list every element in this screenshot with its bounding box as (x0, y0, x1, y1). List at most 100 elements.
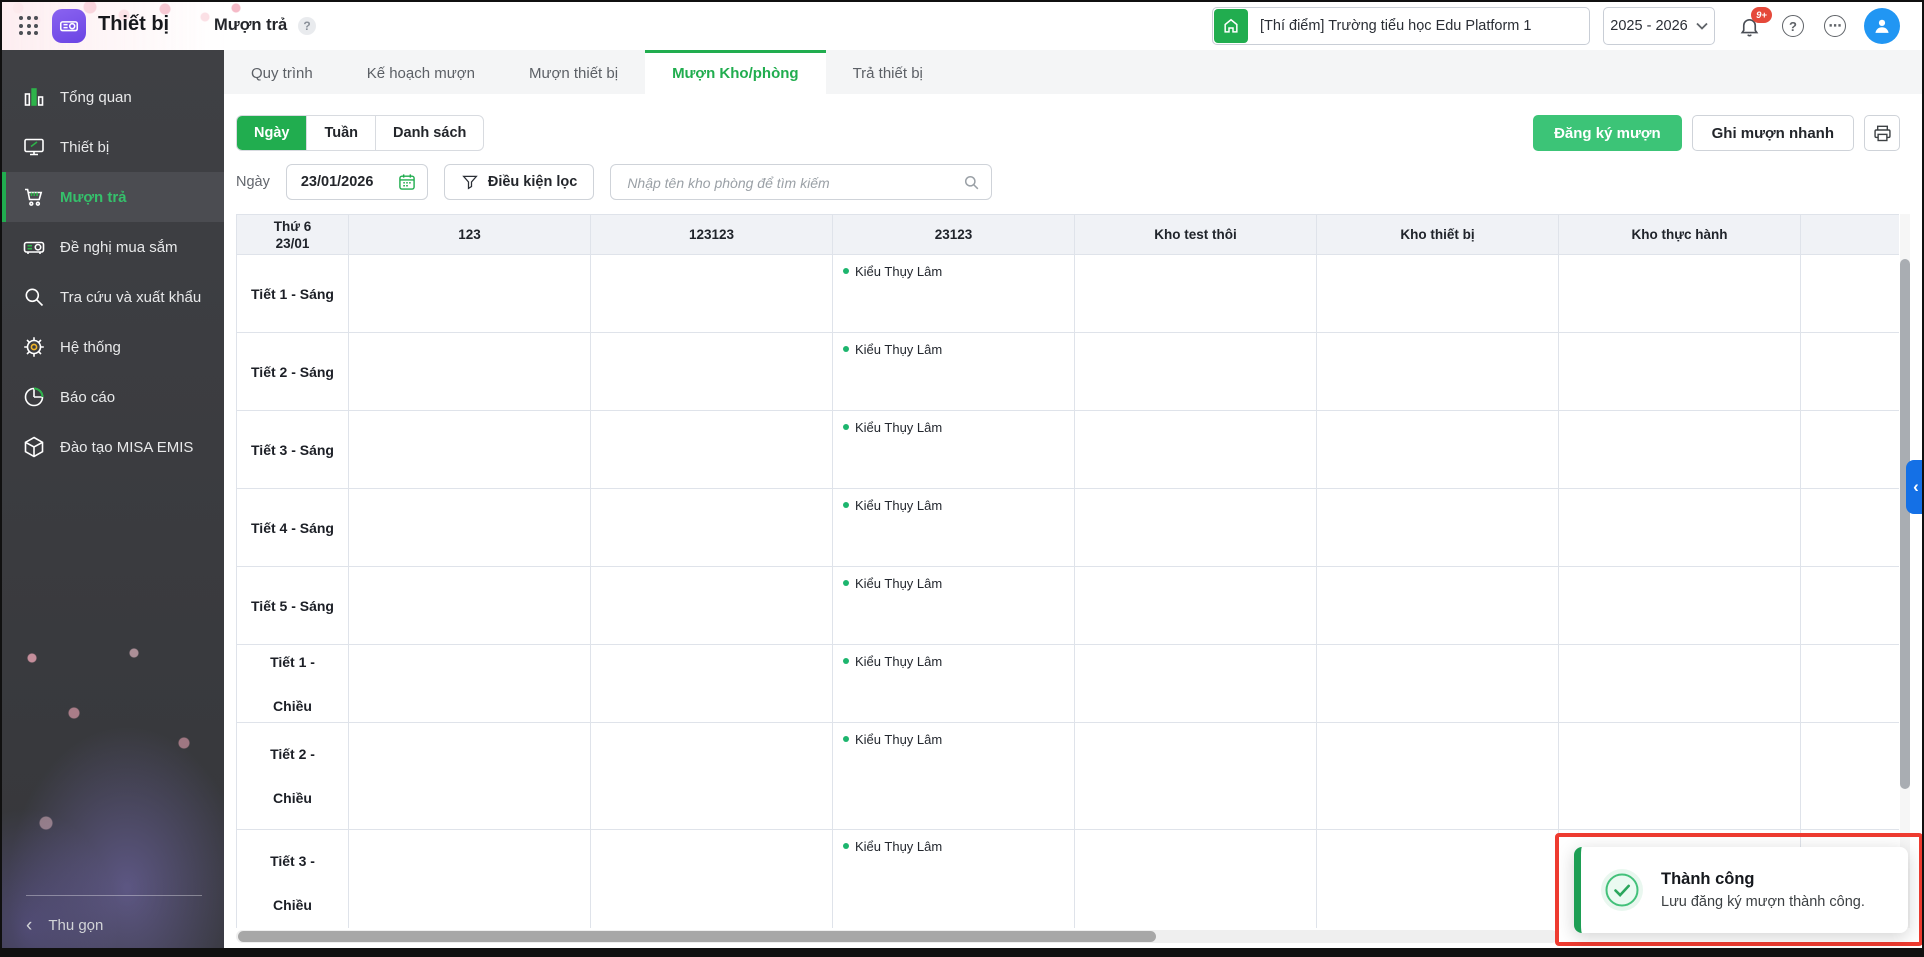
booking-entry[interactable]: Kiểu Thụy Lâm (843, 839, 1064, 854)
horizontal-scrollbar-thumb[interactable] (238, 931, 1156, 942)
schedule-cell[interactable] (591, 411, 833, 489)
schedule-cell[interactable]: Kiểu Thụy Lâm (833, 333, 1075, 411)
search-icon[interactable] (962, 173, 981, 197)
schedule-cell[interactable] (1317, 830, 1559, 928)
schedule-cell[interactable] (1559, 489, 1801, 567)
register-borrow-button[interactable]: Đăng ký mượn (1533, 115, 1682, 151)
schedule-cell[interactable] (1317, 567, 1559, 645)
schedule-cell[interactable] (349, 489, 591, 567)
schedule-cell[interactable] (1075, 411, 1317, 489)
schedule-cell[interactable] (349, 830, 591, 928)
schedule-cell[interactable] (591, 830, 833, 928)
user-avatar[interactable] (1864, 8, 1900, 44)
schedule-cell[interactable] (591, 255, 833, 333)
schedule-cell[interactable] (1317, 723, 1559, 830)
view-option-1[interactable]: Ngày (237, 116, 306, 150)
schedule-cell[interactable] (1317, 333, 1559, 411)
vertical-scrollbar-thumb[interactable] (1900, 259, 1910, 789)
schedule-cell[interactable] (1317, 411, 1559, 489)
tab-5[interactable]: Trả thiết bị (826, 50, 950, 94)
booking-entry[interactable]: Kiểu Thụy Lâm (843, 576, 1064, 591)
booking-entry[interactable]: Kiểu Thụy Lâm (843, 342, 1064, 357)
tab-2[interactable]: Kế hoạch mượn (340, 50, 502, 94)
sidebar-item-cube[interactable]: Đào tạo MISA EMIS (2, 422, 224, 472)
schedule-cell[interactable] (1075, 645, 1317, 723)
sidebar-item-chart[interactable]: Tổng quan (2, 72, 224, 122)
schedule-cell[interactable] (1559, 333, 1801, 411)
date-picker[interactable]: 23/01/2026 (286, 164, 428, 200)
schedule-cell[interactable] (1075, 723, 1317, 830)
booking-entry[interactable]: Kiểu Thụy Lâm (843, 498, 1064, 513)
schedule-cell[interactable]: Kiểu Thụy Lâm (833, 830, 1075, 928)
tab-1[interactable]: Quy trình (224, 50, 340, 94)
schedule-cell[interactable] (591, 645, 833, 723)
schedule-cell[interactable]: Kiểu Thụy Lâm (833, 255, 1075, 333)
notifications-button[interactable]: 9+ (1734, 11, 1764, 41)
sidebar-item-search[interactable]: Tra cứu và xuất khẩu (2, 272, 224, 322)
school-year-select[interactable]: 2025 - 2026 (1603, 7, 1715, 45)
schedule-cell[interactable] (1317, 255, 1559, 333)
booking-entry[interactable]: Kiểu Thụy Lâm (843, 654, 1064, 669)
schedule-cell[interactable] (1801, 567, 1899, 645)
schedule-cell[interactable] (1075, 333, 1317, 411)
decorative-horse-art (2, 618, 224, 948)
schedule-cell[interactable] (1075, 567, 1317, 645)
schedule-cell[interactable] (349, 723, 591, 830)
schedule-cell[interactable] (591, 567, 833, 645)
schedule-cell[interactable] (591, 489, 833, 567)
school-selector[interactable]: [Thí điểm] Trường tiểu học Edu Platform … (1212, 7, 1590, 45)
schedule-cell[interactable]: Kiểu Thụy Lâm (833, 645, 1075, 723)
sidebar-item-gear[interactable]: Hệ thống (2, 322, 224, 372)
schedule-cell[interactable] (1317, 645, 1559, 723)
booking-entry[interactable]: Kiểu Thụy Lâm (843, 420, 1064, 435)
schedule-cell[interactable] (349, 255, 591, 333)
schedule-cell[interactable] (1801, 255, 1899, 333)
tab-4[interactable]: Mượn Kho/phòng (645, 50, 826, 94)
schedule-cell[interactable] (1559, 645, 1801, 723)
sidebar-collapse-button[interactable]: ‹ Thu gọn (26, 917, 103, 934)
schedule-cell[interactable] (1801, 723, 1899, 830)
tab-3[interactable]: Mượn thiết bị (502, 50, 645, 94)
sidebar-item-pie[interactable]: Báo cáo (2, 372, 224, 422)
schedule-cell[interactable] (349, 645, 591, 723)
search-input[interactable] (625, 165, 959, 201)
schedule-cell[interactable] (349, 411, 591, 489)
booking-entry[interactable]: Kiểu Thụy Lâm (843, 732, 1064, 747)
schedule-cell[interactable] (1801, 333, 1899, 411)
view-option-2[interactable]: Tuần (306, 116, 375, 150)
schedule-cell[interactable] (1559, 411, 1801, 489)
app-logo-icon[interactable] (52, 9, 86, 43)
more-button[interactable]: ⋯ (1820, 11, 1850, 41)
booking-entry[interactable]: Kiểu Thụy Lâm (843, 264, 1064, 279)
panel-expand-handle[interactable]: ‹ (1906, 460, 1924, 514)
print-button[interactable] (1864, 115, 1900, 151)
schedule-cell[interactable] (1075, 830, 1317, 928)
schedule-cell[interactable]: Kiểu Thụy Lâm (833, 723, 1075, 830)
schedule-cell[interactable] (1801, 489, 1899, 567)
schedule-cell[interactable] (1075, 255, 1317, 333)
help-button[interactable]: ? (1778, 11, 1808, 41)
schedule-cell[interactable] (591, 723, 833, 830)
sidebar-item-cart[interactable]: Mượn trả (2, 172, 224, 222)
sidebar-item-projector[interactable]: Đề nghị mua sắm (2, 222, 224, 272)
view-option-3[interactable]: Danh sách (375, 116, 483, 150)
schedule-cell[interactable]: Kiểu Thụy Lâm (833, 567, 1075, 645)
quick-borrow-button[interactable]: Ghi mượn nhanh (1692, 115, 1854, 151)
schedule-cell[interactable] (1317, 489, 1559, 567)
schedule-cell[interactable] (1559, 255, 1801, 333)
schedule-cell[interactable] (1559, 723, 1801, 830)
schedule-cell[interactable] (349, 333, 591, 411)
schedule-cell[interactable] (591, 333, 833, 411)
schedule-cell[interactable] (1801, 411, 1899, 489)
schedule-cell[interactable]: Kiểu Thụy Lâm (833, 489, 1075, 567)
schedule-cell[interactable]: Kiểu Thụy Lâm (833, 411, 1075, 489)
schedule-cell[interactable] (1075, 489, 1317, 567)
day-header-cell: Thứ 623/01 (237, 215, 349, 255)
schedule-cell[interactable] (1801, 645, 1899, 723)
page-help-icon[interactable]: ? (298, 17, 316, 35)
schedule-cell[interactable] (1559, 567, 1801, 645)
app-grid-icon[interactable] (19, 16, 39, 36)
filter-conditions-button[interactable]: Điều kiện lọc (444, 164, 594, 200)
schedule-cell[interactable] (349, 567, 591, 645)
sidebar-item-monitor[interactable]: Thiết bị (2, 122, 224, 172)
